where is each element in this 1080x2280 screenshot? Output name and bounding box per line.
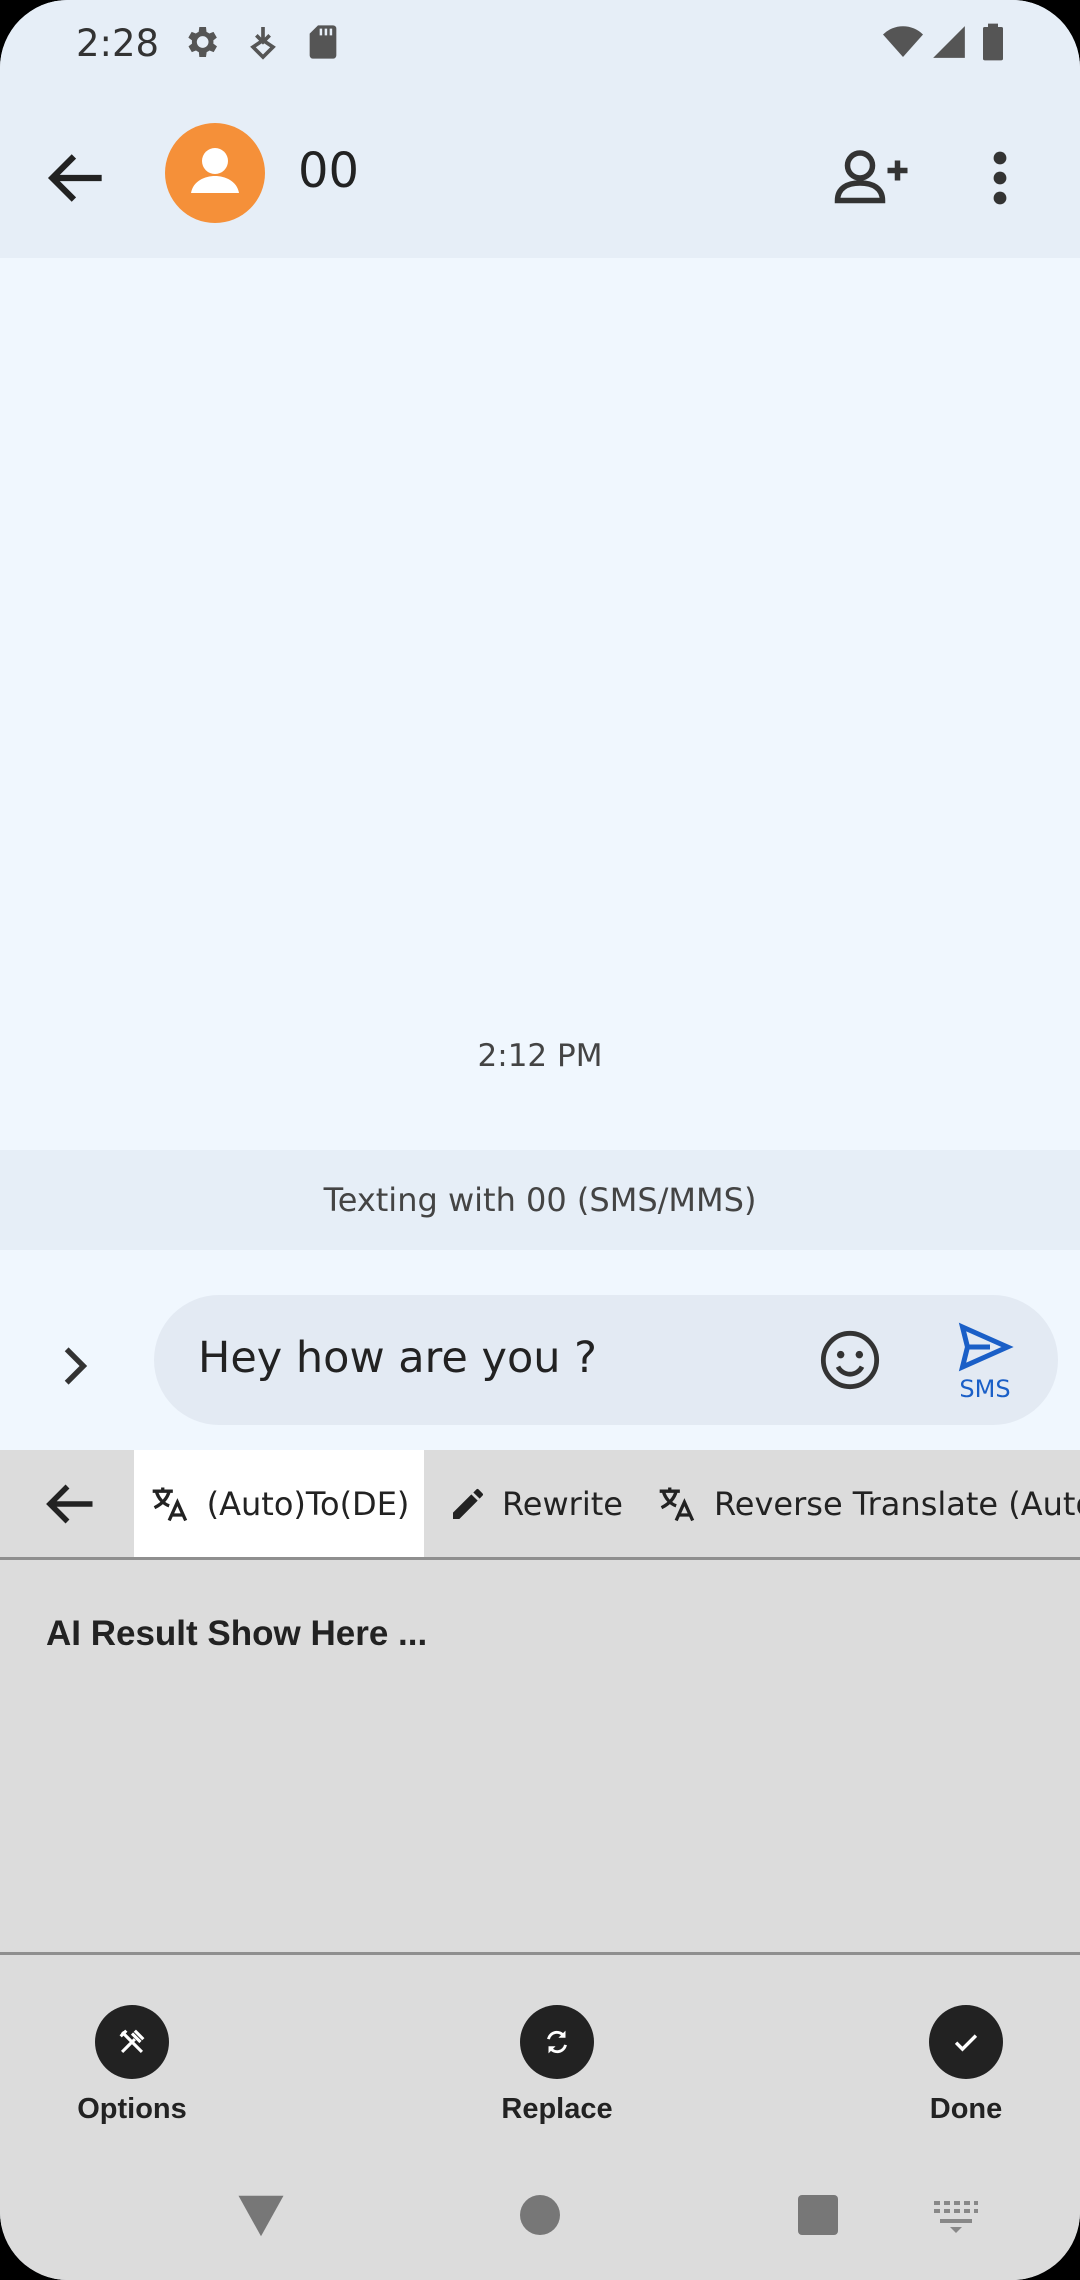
- chevron-right-icon[interactable]: [50, 1334, 100, 1398]
- emoji-icon[interactable]: [818, 1328, 882, 1392]
- ai-result-text: AI Result Show Here ...: [46, 1614, 428, 1653]
- done-button[interactable]: Done: [866, 2005, 1066, 2126]
- ai-back-arrow-icon[interactable]: [40, 1474, 100, 1534]
- tab-label: Reverse Translate (Auto): [714, 1484, 1080, 1523]
- send-button[interactable]: SMS: [940, 1317, 1030, 1407]
- recents-square-icon[interactable]: [794, 2191, 842, 2239]
- translate-icon: [659, 1487, 695, 1521]
- add-contact-icon[interactable]: [830, 138, 910, 218]
- done-circle: [929, 2005, 1003, 2079]
- signal-icon: [933, 26, 965, 58]
- pencil-icon: [453, 1488, 483, 1519]
- translate-icon: [152, 1487, 187, 1521]
- tab-rewrite[interactable]: Rewrite: [448, 1450, 623, 1557]
- contact-name: 00: [298, 143, 360, 199]
- wifi-icon: [883, 26, 923, 57]
- tab-reverse-translate[interactable]: Reverse Translate (Auto): [656, 1450, 1080, 1557]
- ai-toolbar: (Auto)To(DE) Rewrite Reverse Translate (…: [0, 1450, 1080, 1560]
- message-input-text[interactable]: Hey how are you ?: [198, 1333, 597, 1383]
- replace-button[interactable]: Replace: [457, 2005, 657, 2126]
- back-triangle-icon[interactable]: [234, 2189, 288, 2243]
- app-bar: 00: [0, 88, 1080, 258]
- tab-label: Rewrite: [502, 1484, 623, 1523]
- options-button[interactable]: Options: [32, 2005, 232, 2126]
- person-icon: [191, 148, 239, 193]
- send-icon: [958, 1322, 1014, 1372]
- tools-icon: [119, 2029, 145, 2054]
- settings-icon: [188, 27, 217, 57]
- message-timestamp: 2:12 PM: [477, 1038, 603, 1074]
- back-arrow-icon[interactable]: [40, 141, 114, 215]
- send-label: SMS: [959, 1375, 1011, 1403]
- navigation-bar: [0, 2147, 1080, 2280]
- message-input[interactable]: Hey how are you ? SMS: [154, 1295, 1058, 1425]
- replace-label: Replace: [501, 2093, 613, 2125]
- options-circle: [95, 2005, 169, 2079]
- keyboard-icon[interactable]: [932, 2197, 980, 2233]
- more-vert-icon[interactable]: [975, 138, 1025, 218]
- download-icon: [250, 27, 276, 60]
- conversation-area: 2:12 PM: [0, 258, 1080, 1150]
- replace-circle: [520, 2005, 594, 2079]
- phone-screen: 2:28 00 2:12 PM Texting with 00 (SMS/MMS…: [0, 0, 1080, 2280]
- check-icon: [954, 2034, 978, 2052]
- status-time: 2:28: [76, 22, 160, 65]
- home-circle-icon[interactable]: [516, 2191, 564, 2239]
- status-bar: 2:28: [0, 0, 1080, 88]
- battery-icon: [983, 23, 1003, 61]
- refresh-icon: [547, 2030, 567, 2054]
- compose-bar: Hey how are you ? SMS: [0, 1250, 1080, 1450]
- tab-label: (Auto)To(DE): [206, 1484, 410, 1523]
- avatar[interactable]: [165, 123, 265, 223]
- tab-auto-to-de[interactable]: (Auto)To(DE): [134, 1450, 424, 1557]
- texting-with-label: Texting with 00 (SMS/MMS): [0, 1150, 1080, 1250]
- done-label: Done: [929, 2093, 1003, 2125]
- ai-actions-bar: Options Replace Done: [0, 1955, 1080, 2147]
- options-label: Options: [77, 2093, 187, 2125]
- sd-card-icon: [309, 25, 337, 59]
- ai-result-panel: AI Result Show Here ...: [0, 1560, 1080, 1955]
